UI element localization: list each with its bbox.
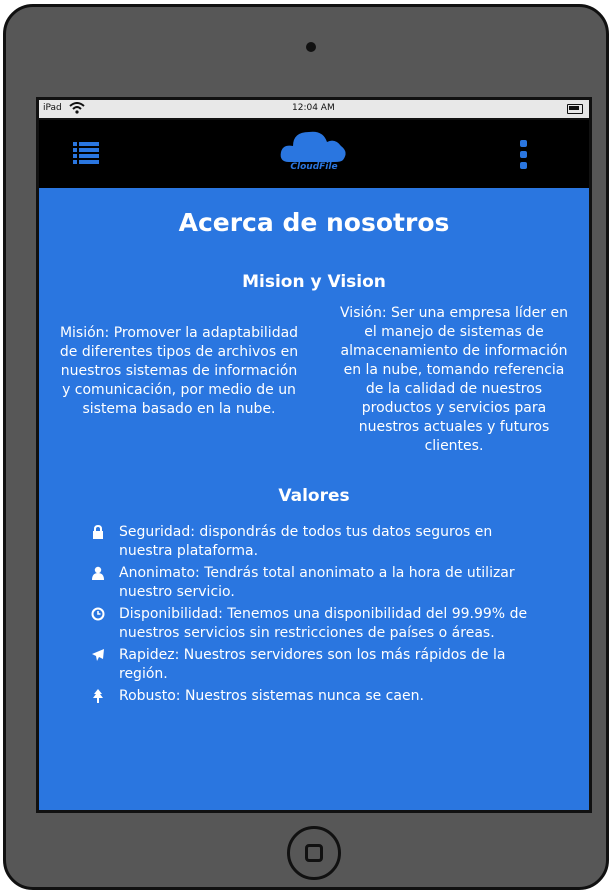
values-list: Seguridad: dispondrás de todos tus datos… <box>91 523 531 709</box>
wifi-icon <box>69 102 85 114</box>
lock-icon <box>93 525 103 539</box>
list-item: Seguridad: dispondrás de todos tus datos… <box>91 523 531 561</box>
user-icon <box>92 566 104 580</box>
vision-text: Visión: Ser una empresa líder en el mane… <box>340 305 568 454</box>
list-item: Anonimato: Tendrás total anonimato a la … <box>91 564 531 602</box>
tree-icon <box>93 689 103 703</box>
clock-icon <box>91 607 105 621</box>
mission-vision-heading: Mision y Vision <box>242 272 386 292</box>
value-text: Seguridad: dispondrás de todos tus datos… <box>119 524 493 559</box>
value-text: Disponibilidad: Tenemos una disponibilid… <box>119 606 528 641</box>
value-text: Anonimato: Tendrás total anonimato a la … <box>119 565 515 600</box>
screen: iPad 12:04 AM CloudFile Acerca de nosotr… <box>36 97 592 813</box>
list-icon[interactable] <box>73 142 99 164</box>
mission-text: Misión: Promover la adaptabilidad de dif… <box>59 325 299 417</box>
plane-icon <box>92 649 104 661</box>
kebab-icon[interactable] <box>519 140 529 170</box>
value-text: Robusto: Nuestros sistemas nunca se caen… <box>119 688 424 704</box>
home-square-icon <box>305 844 323 862</box>
logo-text: CloudFile <box>290 162 338 172</box>
cloudfile-logo[interactable]: CloudFile <box>279 126 349 176</box>
tablet-frame: iPad 12:04 AM CloudFile Acerca de nosotr… <box>3 4 609 890</box>
navbar: CloudFile <box>39 120 589 188</box>
status-time: 12:04 AM <box>292 103 335 113</box>
home-button[interactable] <box>287 826 341 880</box>
list-item: Robusto: Nuestros sistemas nunca se caen… <box>91 687 531 706</box>
page-title: Acerca de nosotros <box>178 208 450 237</box>
battery-icon <box>567 104 583 114</box>
values-heading: Valores <box>278 486 350 506</box>
status-bar: iPad 12:04 AM <box>39 100 589 120</box>
list-item: Disponibilidad: Tenemos una disponibilid… <box>91 605 531 643</box>
carrier-label: iPad <box>43 103 62 113</box>
camera <box>306 42 316 52</box>
list-item: Rapidez: Nuestros servidores son los más… <box>91 646 531 684</box>
cloud-icon <box>280 131 346 162</box>
value-text: Rapidez: Nuestros servidores son los más… <box>119 647 506 682</box>
